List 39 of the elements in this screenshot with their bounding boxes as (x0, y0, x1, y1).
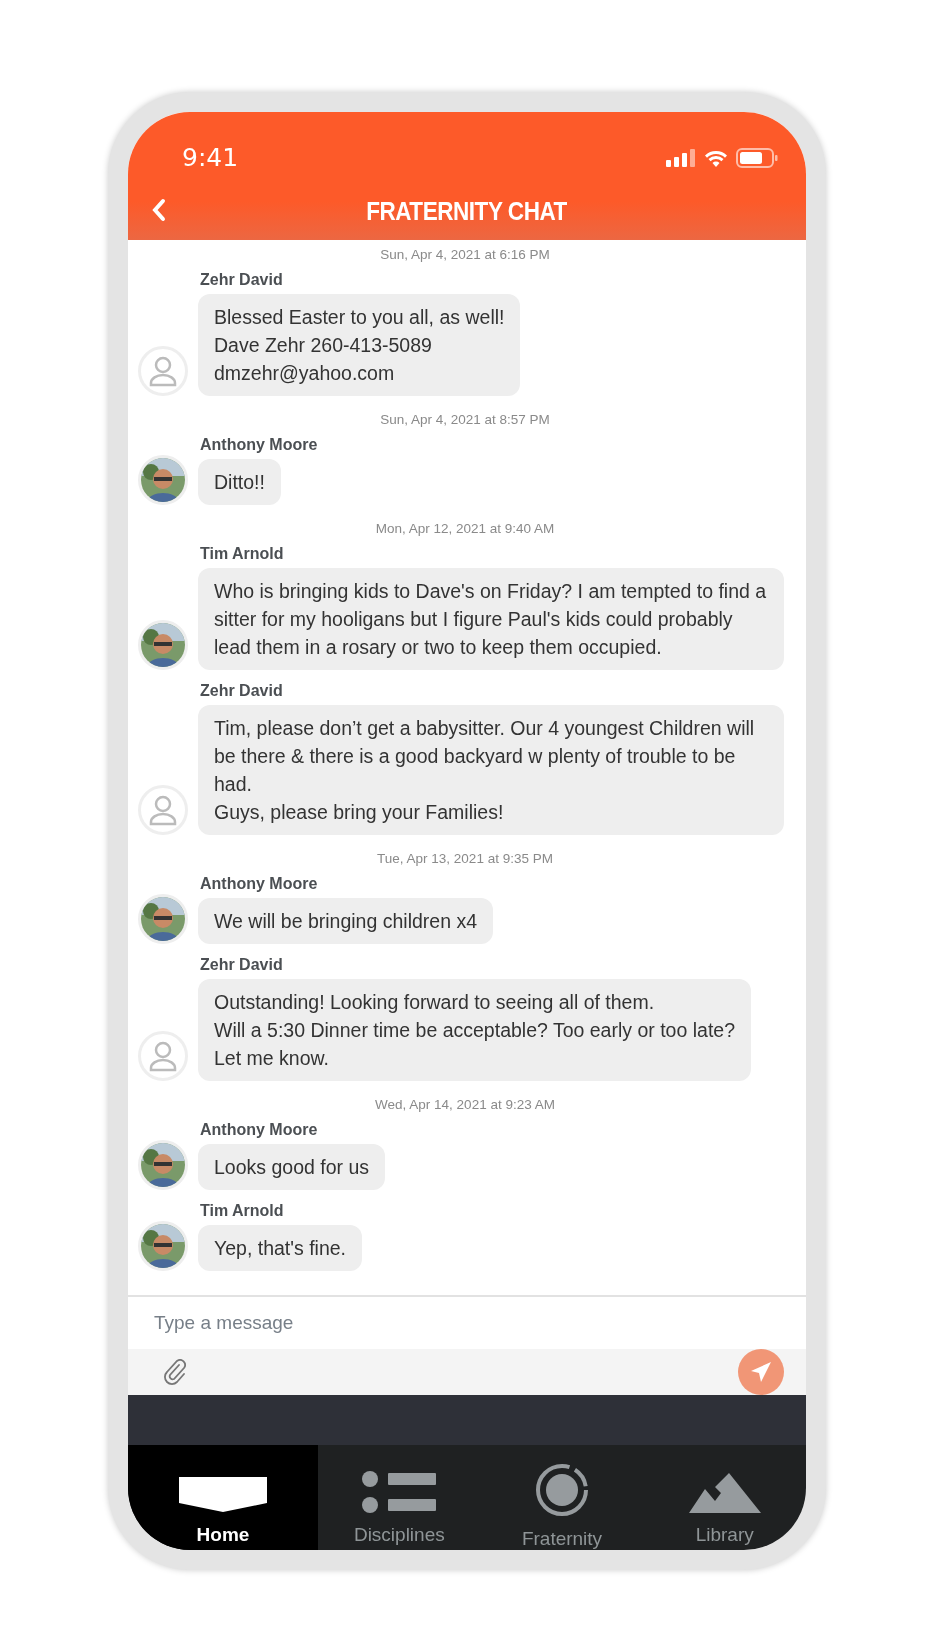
mountain-icon (688, 1472, 761, 1513)
send-button[interactable] (738, 1349, 784, 1395)
date-separator: Wed, Apr 14, 2021 at 9:23 AM (374, 1096, 556, 1114)
message-bubble: Yep, that's fine. (198, 1225, 362, 1271)
send-icon (749, 1360, 773, 1384)
list-icon (362, 1470, 437, 1513)
back-icon[interactable] (150, 198, 166, 222)
message-bubble: Outstanding! Looking forward to seeing all of them. Will a 5:30 Dinner time be acceptable? Too early or too late? Let me know. (198, 979, 751, 1081)
shield-icon (177, 1474, 269, 1513)
date-separator: Sun, Apr 4, 2021 at 8:57 PM (379, 411, 551, 429)
sender-name: Tim Arnold (200, 1201, 285, 1221)
sender-name: Zehr David (200, 955, 284, 975)
message-bubble: Blessed Easter to you all, as well! Dave Zehr 260-413-5089 dmzehr@yahoo.com (198, 294, 521, 396)
message-bubble: We will be bringing children x4 (198, 898, 494, 944)
sender-name: Anthony Moore (200, 1120, 319, 1140)
battery-icon (736, 148, 778, 168)
clock: 9:41 (182, 142, 239, 175)
date-separator: Mon, Apr 12, 2021 at 9:40 AM (374, 520, 556, 538)
tab-button[interactable]: Home (128, 1445, 318, 1550)
tab-button[interactable]: Library (643, 1445, 806, 1550)
message-bubble: Tim, please don’t get a babysitter. Our 4 youngest Children will be there & there is a good backyard w plenty of trouble to be had. Guys, please bring your Families! (198, 705, 784, 835)
paperclip-icon[interactable] (164, 1359, 186, 1385)
signal-icon (666, 149, 696, 167)
message-bubble: Looks good for us (198, 1144, 386, 1190)
message-bubble: Ditto!! (198, 459, 281, 505)
sender-name: Tim Arnold (200, 544, 285, 564)
tab-button[interactable]: Disciplines (318, 1445, 481, 1550)
sender-name: Anthony Moore (200, 435, 318, 455)
message-field[interactable]: Type a message (128, 1297, 806, 1349)
sender-name: Zehr David (200, 681, 284, 701)
date-separator: Sun, Apr 4, 2021 at 6:16 PM (379, 246, 551, 264)
screen-title: FRATERNITY CHAT (366, 196, 568, 228)
sender-name: Anthony Moore (200, 874, 319, 894)
message-bubble: Who is bringing kids to Dave's on Friday? I am tempted to find a sitter for my hooligans but I figure Paul's kids could probably lead them in a rosary or two to keep them occupied. (198, 568, 784, 670)
tab-button[interactable]: Fraternity (480, 1445, 644, 1550)
ring-icon (535, 1463, 589, 1517)
wifi-icon (704, 149, 728, 167)
date-separator: Tue, Apr 13, 2021 at 9:35 PM (376, 850, 554, 868)
sender-name: Zehr David (200, 270, 284, 290)
